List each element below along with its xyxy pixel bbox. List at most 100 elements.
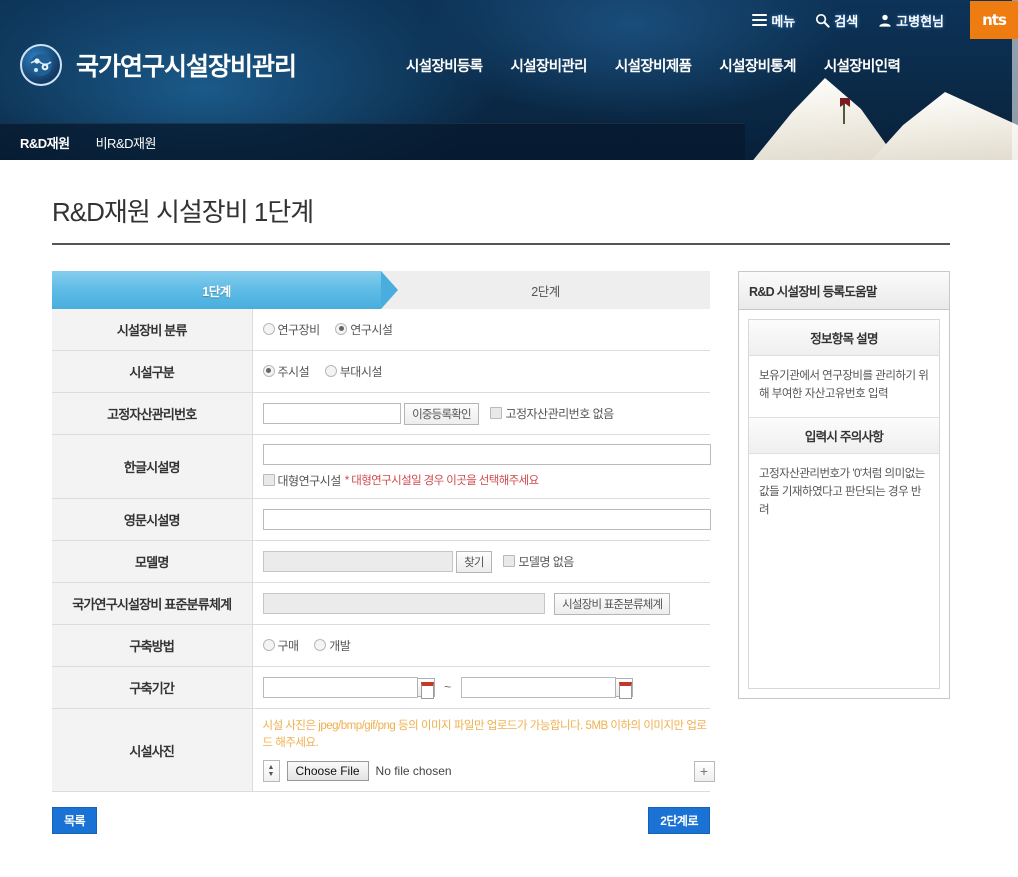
nav-item-facility-staff[interactable]: 시설장비인력: [824, 55, 901, 76]
table-row-standard-class: 국가연구시설장비 표준분류체계 시설장비 표준분류체계: [52, 582, 710, 625]
table-row-build-method: 구축방법 구매 개발: [52, 624, 710, 667]
radio-build-method-purchase[interactable]: [262, 639, 275, 652]
cell-standard-class: 시설장비 표준분류체계: [252, 582, 710, 625]
menu-button-label: 메뉴: [771, 13, 796, 29]
user-icon: [879, 14, 891, 27]
menu-button[interactable]: 메뉴: [752, 11, 795, 30]
table-row-name-ko: 한글시설명 대형연구시설 * 대형연구시설일 경우 이곳을 선택해주세요: [52, 434, 711, 499]
name-en-input[interactable]: [262, 509, 711, 531]
asset-number-input[interactable]: [262, 403, 401, 424]
build-period-start-input[interactable]: [262, 677, 418, 699]
ntis-logo-button[interactable]: nts: [970, 1, 1018, 39]
form-button-bar: 목록 2단계로: [52, 807, 710, 835]
radio-category-facility[interactable]: [335, 322, 348, 335]
label-name-en: 영문시설명: [52, 498, 253, 541]
mountain-peak-right: [868, 92, 1018, 160]
radio-label-facility-type-sub[interactable]: 부대시설: [340, 365, 383, 379]
utility-bar: 메뉴 검색 고병현님 nts: [752, 0, 1018, 40]
upload-control-row: ▲ ▼ Choose File No file chosen +: [262, 760, 715, 783]
checkbox-no-model-name[interactable]: [503, 555, 516, 567]
large-facility-option-row: 대형연구시설 * 대형연구시설일 경우 이곳을 선택해주세요: [262, 472, 703, 489]
checkbox-label-no-asset-number[interactable]: 고정자산관리번호 없음: [505, 407, 614, 421]
nav-item-facility-manage[interactable]: 시설장비관리: [510, 55, 587, 76]
mountain-peak-left: [750, 78, 900, 160]
page-footer: [0, 864, 1018, 877]
list-button[interactable]: 목록: [52, 807, 98, 835]
calendar-icon-start[interactable]: [416, 678, 435, 700]
cell-category: 연구장비 연구시설: [252, 309, 710, 351]
form-column: 1단계 2단계 시설장비 분류 연구장비 연구시설 시설구분 주시설 부대시설 …: [52, 271, 715, 835]
label-facility-type: 시설구분: [52, 350, 253, 393]
label-asset-number: 고정자산관리번호: [52, 392, 253, 435]
calendar-icon-end[interactable]: [614, 678, 633, 700]
radio-label-category-facility[interactable]: 연구시설: [350, 323, 393, 337]
label-category: 시설장비 분류: [52, 309, 253, 351]
help-card-caution-body: 고정자산관리번호가 '0'처럼 의미없는 값들 기재하였다고 판단되는 경우 반…: [759, 468, 925, 516]
step-tab-2[interactable]: 2단계: [381, 271, 710, 309]
site-logo[interactable]: [20, 44, 62, 86]
table-row-category: 시설장비 분류 연구장비 연구시설: [52, 309, 710, 351]
radio-category-equipment[interactable]: [262, 322, 275, 335]
registration-form-table: 시설장비 분류 연구장비 연구시설 시설구분 주시설 부대시설 고정자산관리번호: [52, 309, 715, 792]
cell-model-name: 찾기 모델명 없음: [252, 540, 710, 583]
stepper-down-icon: ▼: [267, 771, 275, 779]
checkbox-large-facility[interactable]: [262, 474, 275, 486]
photo-order-stepper[interactable]: ▲ ▼: [262, 760, 280, 783]
hamburger-icon: [752, 13, 768, 27]
table-row-name-en: 영문시설명: [52, 498, 711, 541]
label-standard-class: 국가연구시설장비 표준분류체계: [52, 582, 253, 625]
build-period-end-input[interactable]: [460, 677, 616, 699]
label-build-period: 구축기간: [52, 666, 253, 709]
help-panel: R&D 시설장비 등록도움말 정보항목 설명 보유기관에서 연구장비를 관리하기…: [738, 271, 950, 699]
help-card-info: 정보항목 설명 보유기관에서 연구장비를 관리하기 위해 부여한 자산고유번호 …: [748, 319, 940, 689]
summit-flag-icon: [840, 98, 849, 124]
stepper-up-icon: ▲: [267, 764, 275, 772]
subnav-item-rnd-fund[interactable]: R&D재원: [20, 133, 70, 152]
main-navigation: 시설장비등록 시설장비관리 시설장비제품 시설장비통계 시설장비인력: [406, 55, 901, 76]
standard-class-picker-button[interactable]: 시설장비 표준분류체계: [554, 592, 671, 615]
help-panel-title: R&D 시설장비 등록도움말: [739, 272, 949, 310]
add-photo-button[interactable]: +: [693, 760, 715, 782]
nav-item-facility-stats[interactable]: 시설장비통계: [719, 55, 796, 76]
radio-label-build-method-purchase[interactable]: 구매: [278, 639, 300, 653]
radio-build-method-develop[interactable]: [314, 639, 327, 652]
search-button-label: 검색: [834, 13, 859, 29]
checkbox-label-large-facility[interactable]: 대형연구시설: [278, 474, 342, 488]
upload-note: 시설 사진은 jpeg/bmp/gif/png 등의 이미지 파일만 업로드가 …: [262, 720, 708, 750]
user-account-button[interactable]: 고병현님: [878, 11, 944, 30]
cell-asset-number: 이중등록확인 고정자산관리번호 없음: [252, 392, 710, 435]
table-row-facility-type: 시설구분 주시설 부대시설: [52, 350, 710, 393]
help-card-spacer: [749, 533, 939, 688]
model-name-input[interactable]: [262, 551, 453, 573]
table-row-facility-photo: 시설사진 시설 사진은 jpeg/bmp/gif/png 등의 이미지 파일만 …: [52, 708, 715, 792]
name-ko-input[interactable]: [262, 444, 711, 465]
nav-item-facility-register[interactable]: 시설장비등록: [406, 55, 483, 76]
choose-file-button[interactable]: Choose File: [286, 761, 369, 782]
period-separator: ~: [444, 680, 452, 694]
standard-class-input[interactable]: [262, 593, 545, 615]
nav-item-facility-product[interactable]: 시설장비제품: [615, 55, 692, 76]
next-step-button[interactable]: 2단계로: [648, 807, 710, 835]
cell-build-method: 구매 개발: [252, 624, 710, 667]
duplicate-check-button[interactable]: 이중등록확인: [404, 402, 479, 425]
radio-facility-type-main[interactable]: [262, 364, 275, 377]
radio-label-build-method-develop[interactable]: 개발: [329, 639, 351, 653]
help-panel-body: 정보항목 설명 보유기관에서 연구장비를 관리하기 위해 부여한 자산고유번호 …: [739, 310, 949, 698]
label-facility-photo: 시설사진: [52, 708, 253, 792]
step-tab-1[interactable]: 1단계: [52, 271, 398, 309]
search-button[interactable]: 검색: [815, 11, 858, 30]
cell-name-en: [252, 498, 711, 541]
file-input[interactable]: Choose File No file chosen: [286, 761, 452, 782]
checkbox-label-no-model-name[interactable]: 모델명 없음: [518, 555, 574, 569]
subnav-item-non-rnd-fund[interactable]: 비R&D재원: [96, 133, 157, 152]
model-name-find-button[interactable]: 찾기: [456, 550, 492, 573]
search-icon: [816, 13, 830, 28]
large-facility-note: * 대형연구시설일 경우 이곳을 선택해주세요: [344, 475, 540, 487]
site-header: 메뉴 검색 고병현님 nts 국가연구시설장비관리 시설장비등록 시설장비관리 …: [0, 0, 1018, 160]
checkbox-no-asset-number[interactable]: [490, 406, 503, 419]
radio-label-facility-type-main[interactable]: 주시설: [278, 365, 310, 379]
page-body: R&D재원 시설장비 1단계 1단계 2단계 시설장비 분류 연구장비 연구시설…: [0, 192, 1018, 864]
radio-facility-type-sub[interactable]: [324, 364, 337, 377]
title-divider: [52, 243, 950, 245]
radio-label-category-equipment[interactable]: 연구장비: [278, 323, 321, 337]
